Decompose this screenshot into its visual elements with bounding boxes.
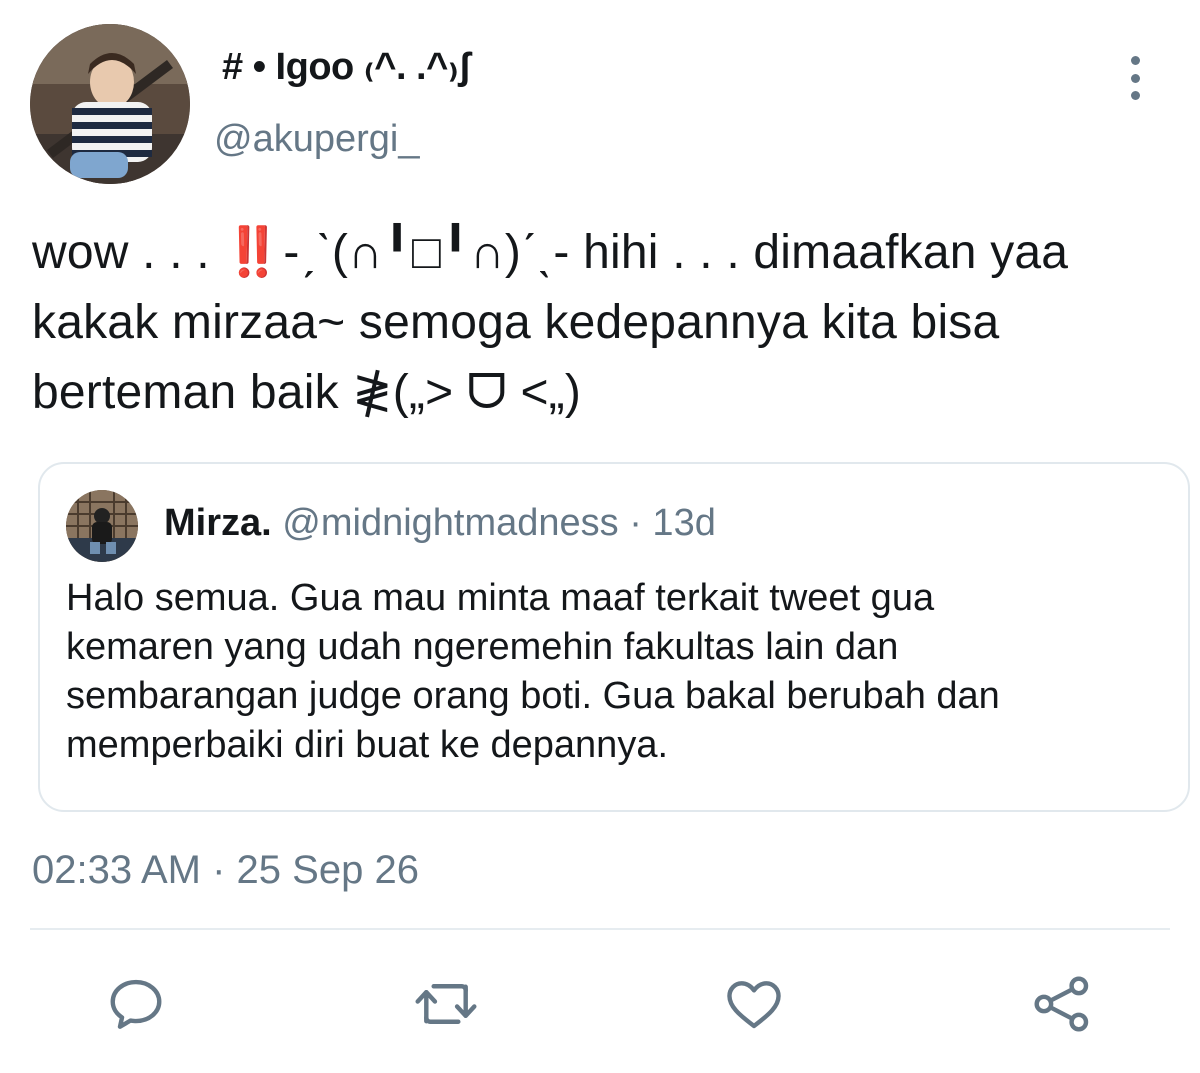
- divider: [30, 928, 1170, 930]
- quoted-author-avatar: [66, 490, 138, 562]
- reply-icon: [110, 979, 162, 1029]
- tweet-timestamp[interactable]: 02:33 AM · 25 Sep 26: [32, 848, 419, 893]
- tweet-detail-view: # • Igoo ₍^. .^₎ʃ @akupergi_ wow . . . ‼…: [0, 0, 1200, 1073]
- author-avatar[interactable]: [30, 24, 190, 184]
- quoted-tweet-card[interactable]: Mirza. @midnightmadness · 13d Halo semua…: [38, 462, 1190, 812]
- quoted-tweet-text: Halo semua. Gua mau minta maaf terkait t…: [66, 577, 1000, 766]
- retweet-icon: [415, 984, 477, 1024]
- share-icon: [1034, 976, 1089, 1032]
- author-handle[interactable]: @akupergi_: [214, 118, 419, 161]
- avatar-photo: [30, 24, 190, 184]
- quoted-author-name: Mirza.: [164, 502, 272, 544]
- tweet-text: wow . . . ‼️-ˏˋ(∩╹□╹∩)ˊˎ- hihi . . . dim…: [32, 226, 1069, 419]
- more-options-icon[interactable]: [1118, 56, 1152, 100]
- quoted-author-meta: @midnightmadness · 13d: [282, 502, 716, 544]
- more-dot: [1130, 73, 1140, 83]
- like-button[interactable]: [722, 972, 786, 1036]
- quoted-tweet-header: Mirza. @midnightmadness · 13d: [164, 502, 716, 545]
- more-dot: [1130, 91, 1140, 100]
- reply-button[interactable]: [104, 972, 168, 1036]
- share-button[interactable]: [1030, 972, 1094, 1036]
- like-icon: [727, 981, 781, 1029]
- author-display-name[interactable]: # • Igoo ₍^. .^₎ʃ: [222, 44, 471, 89]
- retweet-button[interactable]: [414, 972, 478, 1036]
- more-dot: [1130, 56, 1140, 65]
- quoted-avatar-photo: [66, 490, 138, 562]
